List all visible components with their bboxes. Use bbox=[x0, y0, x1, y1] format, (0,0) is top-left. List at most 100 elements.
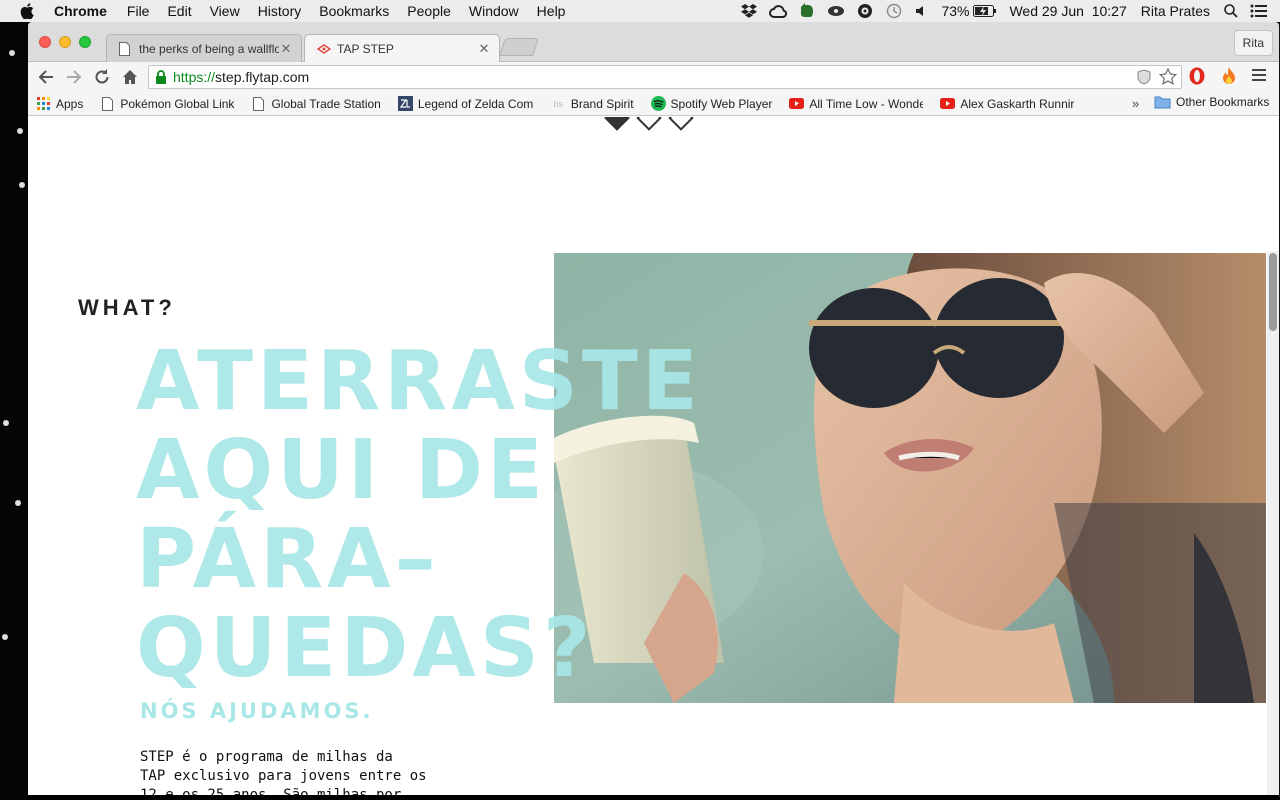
address-bar[interactable]: https:// step.flytap.com bbox=[148, 65, 1182, 89]
fire-extension-icon[interactable] bbox=[1220, 66, 1238, 86]
time-machine-icon[interactable] bbox=[885, 3, 903, 19]
tab-tap-step[interactable]: TAP STEP ✕ bbox=[304, 34, 500, 62]
section-eyebrow: WHAT? bbox=[78, 295, 176, 320]
close-window-button[interactable] bbox=[39, 36, 51, 48]
close-tab-icon[interactable]: ✕ bbox=[279, 41, 293, 57]
battery-percentage[interactable]: 73% bbox=[941, 3, 969, 19]
bookmark-spotify[interactable]: Spotify Web Player bbox=[650, 96, 773, 111]
volume-icon[interactable] bbox=[915, 4, 929, 18]
hero-headline: ATERRASTE AQUI DE PÁRA– QUEDAS? bbox=[136, 337, 756, 693]
apple-icon[interactable] bbox=[20, 3, 38, 19]
tab-perks-of-being-a-wallflower[interactable]: the perks of being a wallflo ✕ bbox=[106, 34, 302, 62]
browser-toolbar: https:// step.flytap.com bbox=[28, 62, 1279, 92]
menu-bookmarks[interactable]: Bookmarks bbox=[319, 3, 389, 19]
omnibox-actions bbox=[1137, 68, 1177, 85]
macos-menu-bar: Chrome File Edit View History Bookmarks … bbox=[0, 0, 1280, 22]
headline-line: ATERRASTE bbox=[136, 334, 702, 429]
scrollbar-thumb[interactable] bbox=[1269, 253, 1277, 331]
paragraph-line: TAP exclusivo para jovens entre os bbox=[140, 768, 427, 784]
page-scrollbar[interactable] bbox=[1267, 251, 1279, 795]
tab-title: TAP STEP bbox=[337, 41, 394, 56]
menu-file[interactable]: File bbox=[127, 3, 150, 19]
forward-icon[interactable] bbox=[60, 65, 88, 89]
spotlight-search-icon[interactable] bbox=[1224, 4, 1238, 18]
intro-paragraph: STEP é o programa de milhas da TAP exclu… bbox=[140, 748, 430, 795]
evernote-icon[interactable] bbox=[799, 3, 815, 19]
spotify-icon bbox=[650, 96, 666, 111]
new-tab-button[interactable] bbox=[499, 38, 539, 56]
clock[interactable]: Wed 29 Jun 10:27 bbox=[1009, 3, 1126, 19]
bookmark-label: Other Bookmarks bbox=[1176, 95, 1270, 109]
document-icon bbox=[100, 96, 115, 111]
paragraph-line: STEP é o programa de milhas da bbox=[140, 749, 393, 765]
headline-line: PÁRA– bbox=[136, 512, 440, 607]
bookmarks-bar: Apps Pokémon Global Link Global Trade St… bbox=[28, 92, 1279, 116]
headline-line: QUEDAS? bbox=[136, 601, 595, 696]
bookmark-apps[interactable]: Apps bbox=[36, 96, 83, 111]
close-tab-icon[interactable]: ✕ bbox=[477, 41, 491, 57]
bookmark-label: Apps bbox=[56, 96, 84, 111]
bookmark-alex-gaskarth[interactable]: Alex Gaskarth Runnir bbox=[940, 96, 1076, 111]
desktop-wallpaper-edge bbox=[0, 22, 28, 800]
home-icon[interactable] bbox=[116, 65, 144, 89]
circle-app-icon[interactable] bbox=[857, 3, 873, 19]
tab-strip: the perks of being a wallflo ✕ TAP STEP … bbox=[28, 22, 1279, 62]
pagination-dot[interactable] bbox=[668, 117, 694, 131]
zelda-icon bbox=[397, 96, 413, 111]
bookmark-label: Brand Spirit bbox=[570, 96, 634, 111]
folder-icon bbox=[1154, 95, 1171, 109]
back-icon[interactable] bbox=[32, 65, 60, 89]
bookmark-legend-of-zelda[interactable]: Legend of Zelda Com bbox=[397, 96, 533, 111]
slide-pagination bbox=[604, 117, 704, 131]
bookmark-global-trade-station[interactable]: Global Trade Station bbox=[251, 96, 381, 111]
menu-help[interactable]: Help bbox=[537, 3, 566, 19]
bookmark-all-time-low[interactable]: All Time Low - Wonde bbox=[789, 96, 923, 111]
menu-history[interactable]: History bbox=[258, 3, 302, 19]
wifi-eye-icon[interactable] bbox=[827, 5, 845, 17]
shield-icon[interactable] bbox=[1137, 68, 1151, 85]
youtube-icon bbox=[940, 96, 956, 111]
tab-title: the perks of being a wallflo bbox=[139, 41, 279, 56]
bs-icon: bs bbox=[553, 98, 564, 109]
notification-center-icon[interactable] bbox=[1250, 4, 1268, 18]
menu-view[interactable]: View bbox=[210, 3, 240, 19]
bookmark-label: Legend of Zelda Com bbox=[417, 96, 533, 111]
bookmarks-overflow-chevron[interactable]: » bbox=[1132, 96, 1139, 111]
zoom-window-button[interactable] bbox=[79, 36, 91, 48]
menu-people[interactable]: People bbox=[407, 3, 451, 19]
bookmark-star-icon[interactable] bbox=[1159, 68, 1177, 85]
bookmark-brand-spirit[interactable]: bs Brand Spirit bbox=[551, 96, 634, 111]
reload-icon[interactable] bbox=[88, 65, 116, 89]
hero-subheadline: NÓS AJUDAMOS. bbox=[140, 699, 374, 723]
dropbox-icon[interactable] bbox=[741, 4, 758, 18]
menu-app-chrome[interactable]: Chrome bbox=[54, 3, 107, 19]
battery-charging-icon[interactable] bbox=[973, 5, 997, 17]
bookmark-label: All Time Low - Wonde bbox=[809, 96, 924, 111]
window-controls bbox=[39, 36, 99, 48]
user-name[interactable]: Rita Prates bbox=[1141, 3, 1210, 19]
apps-grid-icon bbox=[36, 96, 51, 111]
bookmark-pokemon-global-link[interactable]: Pokémon Global Link bbox=[100, 96, 234, 111]
creative-cloud-icon[interactable] bbox=[769, 4, 788, 18]
minimize-window-button[interactable] bbox=[59, 36, 71, 48]
secure-lock-icon[interactable] bbox=[155, 69, 167, 85]
bookmark-other-bookmarks[interactable]: Other Bookmarks bbox=[1154, 95, 1269, 109]
paragraph-line: 12 e os 25 anos. São milhas por bbox=[140, 787, 402, 795]
chrome-window: the perks of being a wallflo ✕ TAP STEP … bbox=[28, 22, 1279, 795]
document-icon bbox=[119, 41, 133, 56]
headline-line: AQUI DE bbox=[136, 423, 547, 518]
profile-button[interactable]: Rita bbox=[1233, 30, 1273, 56]
youtube-icon bbox=[789, 96, 805, 111]
web-page: WHAT? ATERRASTE AQUI DE PÁRA– QUEDAS? NÓ… bbox=[28, 117, 1279, 795]
bookmark-label: Global Trade Station bbox=[271, 96, 381, 111]
opera-extension-icon[interactable] bbox=[1188, 66, 1206, 86]
document-icon bbox=[251, 96, 266, 111]
url-host: step.flytap.com bbox=[215, 69, 310, 85]
chrome-menu-icon[interactable] bbox=[1252, 68, 1266, 82]
bookmark-label: Spotify Web Player bbox=[670, 96, 773, 111]
pagination-dot[interactable] bbox=[636, 117, 662, 131]
menu-edit[interactable]: Edit bbox=[167, 3, 191, 19]
menu-window[interactable]: Window bbox=[469, 3, 519, 19]
pagination-dot-active[interactable] bbox=[604, 117, 630, 131]
bookmark-label: Pokémon Global Link bbox=[120, 96, 235, 111]
